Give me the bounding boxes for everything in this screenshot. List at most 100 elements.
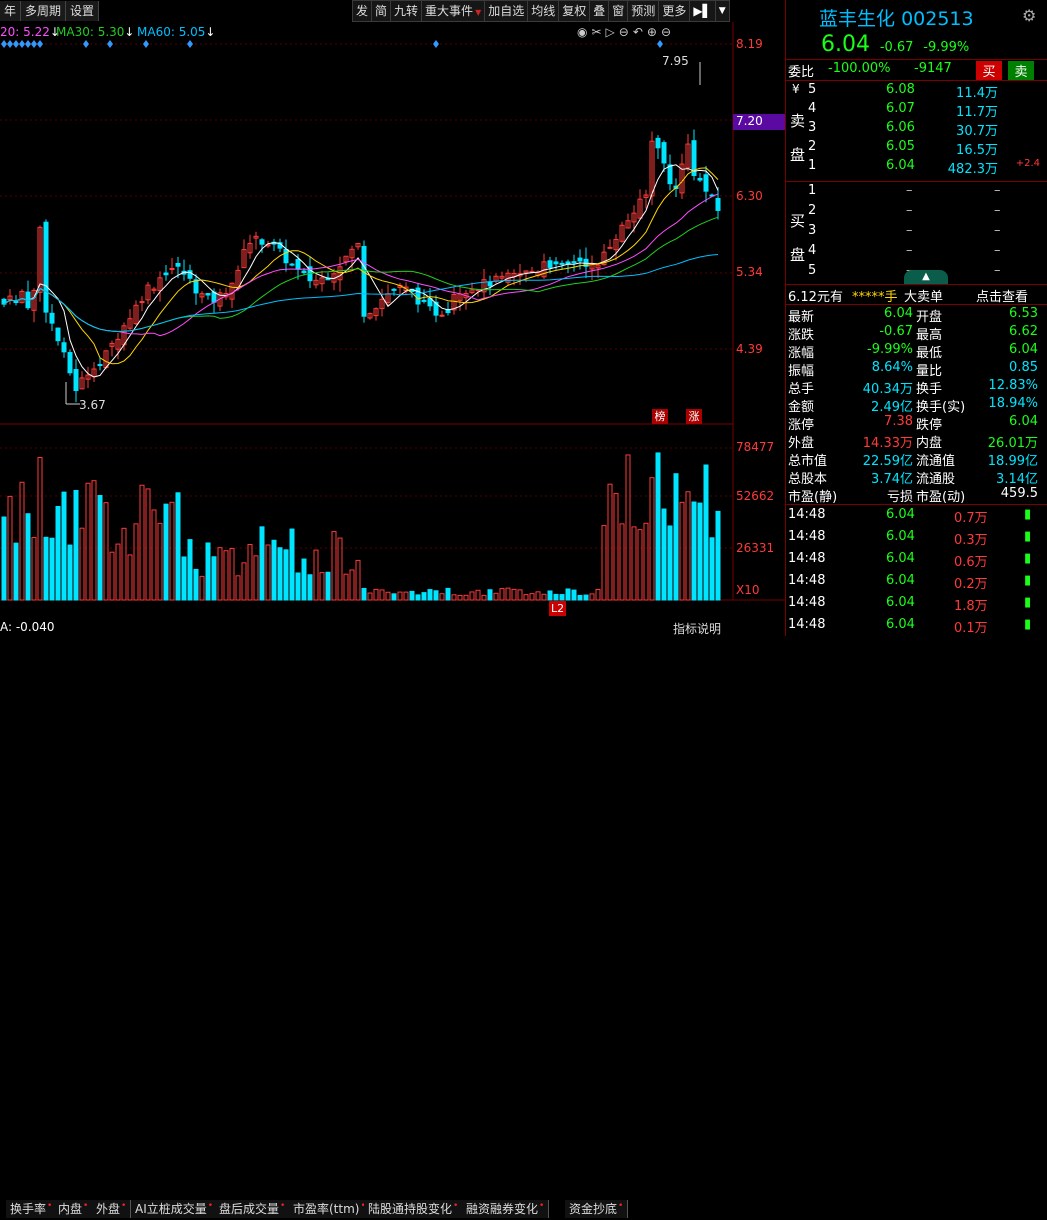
volume-tick: 78477 xyxy=(736,440,775,454)
sell-level-row[interactable]: 2 6.05 16.5万 xyxy=(786,139,1047,158)
major-events-button[interactable]: 重大事件 xyxy=(421,0,486,22)
volume-bar xyxy=(181,556,187,601)
multi-period-button[interactable]: 多周期 xyxy=(21,1,67,21)
volume-bar xyxy=(73,489,79,601)
volume-bar xyxy=(169,501,175,601)
quote-label: 最高 xyxy=(916,328,943,343)
high-annotation: 7.95 xyxy=(662,54,689,68)
settings-button[interactable]: 设置 xyxy=(66,1,100,21)
event-diamond-icon xyxy=(37,40,43,48)
volume-bar xyxy=(343,573,349,601)
volume-bar xyxy=(319,572,325,601)
event-diamond-icon xyxy=(107,40,113,48)
buy-level-row[interactable]: 4 – – xyxy=(786,243,1047,261)
publish-button[interactable]: 发 xyxy=(352,0,373,22)
quote-value: 2.49亿 xyxy=(871,400,913,415)
weibi-ratio: -100.00% xyxy=(828,61,891,76)
year-button[interactable]: 年 xyxy=(0,1,22,21)
more-button[interactable]: 更多 xyxy=(658,0,691,22)
level-number: 3 xyxy=(808,120,817,135)
expand-up-icon[interactable]: ▲ xyxy=(904,270,948,284)
quote-value: -9.99% xyxy=(867,342,913,357)
buy-level-row[interactable]: 2 – – xyxy=(786,203,1047,221)
volume-bar xyxy=(259,526,265,601)
simple-button[interactable]: 简 xyxy=(371,0,392,22)
ma-button[interactable]: 均线 xyxy=(527,0,560,22)
candle-body xyxy=(415,287,421,305)
volume-bar xyxy=(601,525,607,601)
volume-bar xyxy=(685,491,691,601)
volume-bar xyxy=(703,464,709,601)
tab-outer[interactable]: 外盘 xyxy=(92,1200,132,1218)
adjust-button[interactable]: 复权 xyxy=(558,0,591,22)
candle-body xyxy=(559,262,565,265)
event-diamond-icon xyxy=(19,40,25,48)
quote-label: 振幅 xyxy=(788,364,815,379)
tick-price: 6.04 xyxy=(886,573,915,588)
volume-unit: X10 xyxy=(736,583,760,597)
sell-button[interactable]: 卖 xyxy=(1008,61,1034,80)
tick-price: 6.04 xyxy=(886,595,915,610)
level-volume: 11.7万 xyxy=(956,105,998,120)
gear-icon[interactable]: ⚙ xyxy=(1022,6,1036,25)
candle-body xyxy=(487,281,493,287)
bang-badge[interactable]: 榜 xyxy=(652,409,668,424)
volume-bar xyxy=(109,551,115,601)
menu-dropdown-icon[interactable]: ▼ xyxy=(714,0,730,22)
buy-level-row[interactable]: 1 – – xyxy=(786,183,1047,201)
quote-label: 流通股 xyxy=(916,472,956,487)
tick-row: 14:48 6.04 0.6万 ▮ xyxy=(786,551,1047,570)
volume-bar xyxy=(97,495,103,601)
quote-row: 金额 2.49亿 换手(实) 18.94% xyxy=(786,396,1047,415)
volume-bar xyxy=(175,492,181,601)
quote-value: 12.83% xyxy=(988,378,1038,393)
price-tick: 4.39 xyxy=(736,342,763,356)
buy-button[interactable]: 买 xyxy=(976,61,1002,80)
level-number: 1 xyxy=(808,183,817,198)
volume-bar xyxy=(361,587,367,601)
indicator-desc-button[interactable]: 指标说明 xyxy=(673,620,721,637)
volume-bar xyxy=(367,592,373,601)
volume-bar xyxy=(565,588,571,601)
tab-margin[interactable]: 融资融券变化 xyxy=(462,1200,550,1218)
tab-fund-bottom[interactable]: 资金抄底 xyxy=(565,1200,629,1218)
volume-bar xyxy=(355,559,361,601)
sell-level-row[interactable]: 3 6.06 30.7万 xyxy=(786,120,1047,139)
tick-volume: 1.8万 xyxy=(954,599,988,614)
nine-turn-button[interactable]: 九转 xyxy=(390,0,423,22)
tick-price: 6.04 xyxy=(886,551,915,566)
sell-level-row[interactable]: 5 6.08 11.4万 xyxy=(786,82,1047,101)
quote-label: 内盘 xyxy=(916,436,943,451)
kline-chart[interactable] xyxy=(0,22,785,636)
tick-row: 14:48 6.04 0.3万 ▮ xyxy=(786,529,1047,548)
sell-level-row[interactable]: 4 6.07 11.7万 xyxy=(786,101,1047,120)
quote-row: 涨跌 -0.67 最高 6.62 xyxy=(786,324,1047,343)
forecast-button[interactable]: 预测 xyxy=(627,0,660,22)
tab-ai-volume[interactable]: AI立桩成交量 xyxy=(131,1200,219,1218)
tab-pe-ttm[interactable]: 市盈率(ttm) xyxy=(289,1200,371,1218)
event-diamond-icon xyxy=(25,40,31,48)
event-diamond-icon xyxy=(143,40,149,48)
overlay-button[interactable]: 叠 xyxy=(589,0,610,22)
tab-after-hours-volume[interactable]: 盘后成交量 xyxy=(215,1200,291,1218)
volume-bar xyxy=(247,544,253,601)
tab-hk-connect[interactable]: 陆股通持股变化 xyxy=(364,1200,464,1218)
sell-level-row[interactable]: 1 6.04 482.3万 +2.4 xyxy=(786,158,1047,177)
candle-body xyxy=(661,142,667,164)
volume-bar xyxy=(655,452,661,601)
add-watchlist-button[interactable]: 加自选 xyxy=(484,0,529,22)
zhang-badge[interactable]: 涨 xyxy=(686,409,702,424)
buy-level-row[interactable]: 3 – – xyxy=(786,223,1047,241)
top-toolbar-right: 发 简 九转 重大事件 加自选 均线 复权 叠 窗 预测 更多 ▶▌ ▼ xyxy=(352,0,730,22)
quote-label: 金额 xyxy=(788,400,815,415)
tab-inner[interactable]: 内盘 xyxy=(54,1200,94,1218)
tick-arrow-icon: ▮ xyxy=(1024,595,1032,610)
level-volume: – xyxy=(994,183,1001,198)
tab-turnover[interactable]: 换手率 xyxy=(6,1200,58,1218)
tick-arrow-icon: ▮ xyxy=(1024,507,1032,522)
volume-bar xyxy=(349,569,355,601)
big-order-link[interactable]: 点击查看 xyxy=(976,286,1028,305)
collapse-panel-icon[interactable]: ▶▌ xyxy=(689,0,716,22)
volume-bar xyxy=(607,483,613,601)
window-button[interactable]: 窗 xyxy=(608,0,629,22)
